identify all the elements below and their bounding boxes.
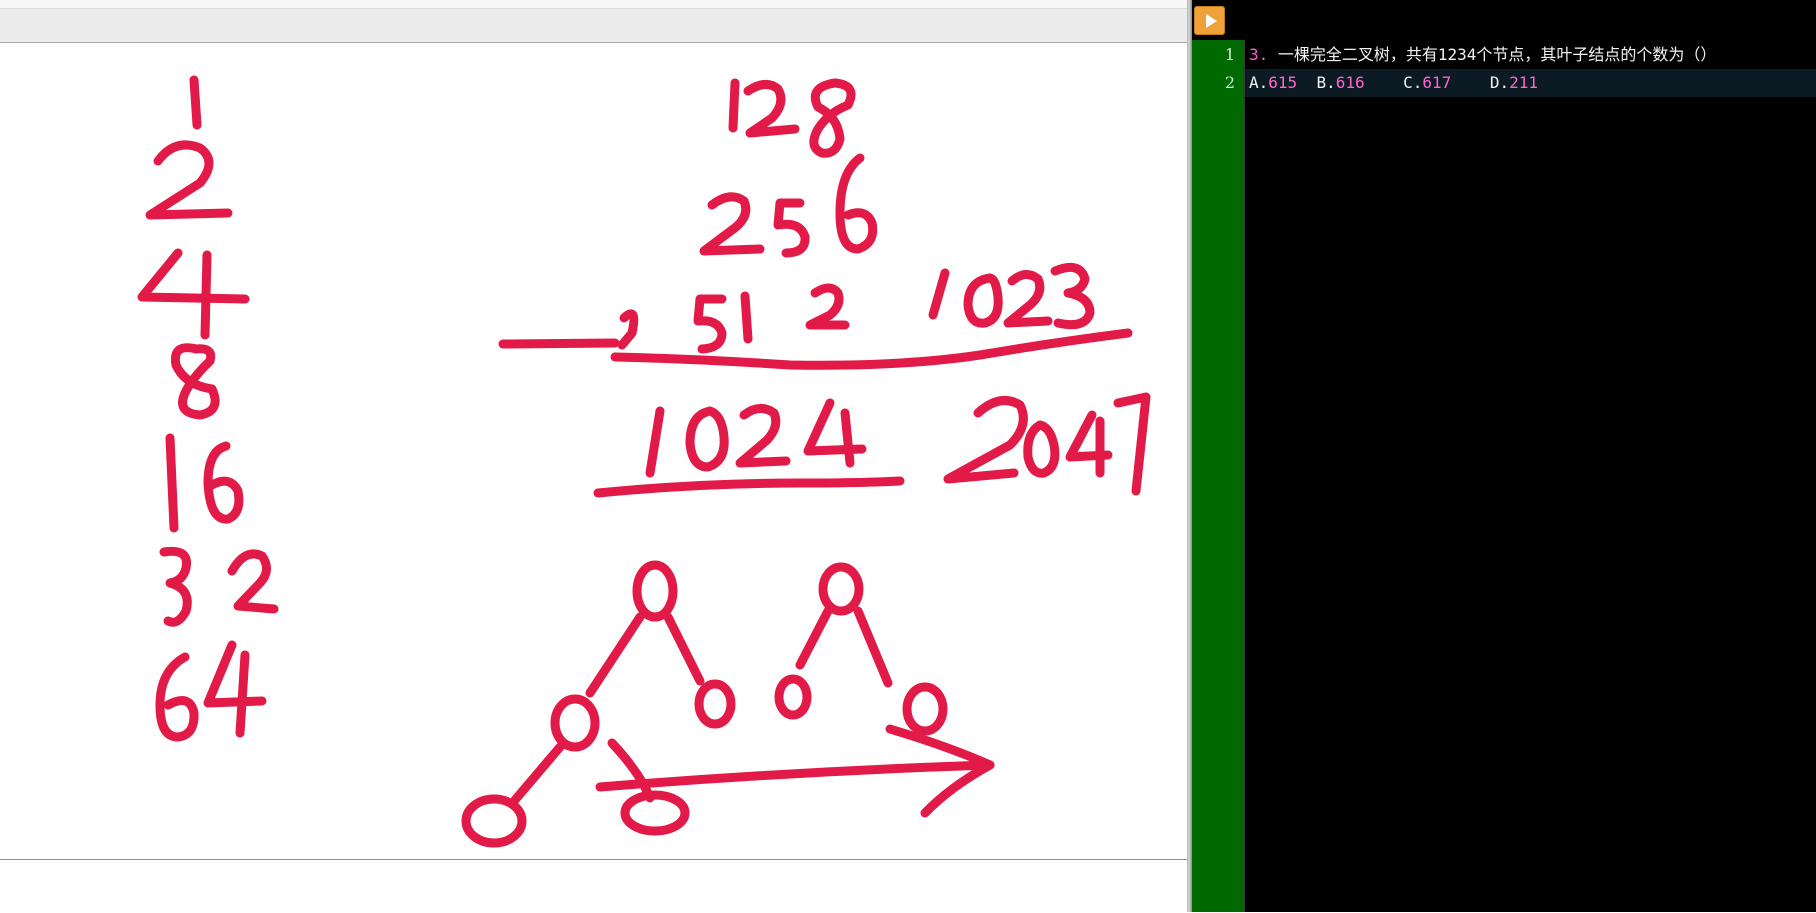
- run-button[interactable]: [1194, 6, 1225, 35]
- handwritten-2: [145, 140, 233, 220]
- code-line-1[interactable]: 3. 一棵完全二叉树，共有1234个节点，其叶子结点的个数为（）: [1245, 41, 1816, 69]
- question-number: 3.: [1249, 45, 1269, 64]
- handwritten-64: [155, 640, 267, 742]
- line-number-gutter: 1 2: [1192, 40, 1243, 912]
- option-b-label: B.: [1316, 73, 1336, 92]
- option-a-value: 615: [1268, 73, 1298, 92]
- whiteboard-pane: [0, 0, 1188, 913]
- handwritten-16: [165, 433, 244, 533]
- question-text: 一棵完全二叉树，共有1234个节点，其叶子结点的个数为（）: [1268, 45, 1717, 64]
- play-icon: [1205, 13, 1217, 28]
- handwritten-2047: [943, 392, 1151, 496]
- code-text-area[interactable]: 3. 一棵完全二叉树，共有1234个节点，其叶子结点的个数为（） A.615 B…: [1245, 40, 1816, 912]
- handwritten-1: [189, 75, 202, 130]
- drawing-canvas[interactable]: [0, 43, 1188, 859]
- editor-toolbar: [1192, 0, 1816, 40]
- handwritten-4: [137, 248, 250, 340]
- whiteboard-title-strip: [0, 0, 1188, 9]
- code-editor-pane: 1 2 3. 一棵完全二叉树，共有1234个节点，其叶子结点的个数为（） A.6…: [1192, 0, 1816, 912]
- option-c-label: C.: [1403, 73, 1423, 92]
- underline-1024: [593, 476, 905, 498]
- handwriting-layer: [137, 75, 1151, 848]
- tree-sketch-right: [774, 562, 948, 736]
- handwritten-1024: [645, 398, 867, 478]
- arrow-sketch: [595, 724, 995, 818]
- handwritten-32: [159, 546, 279, 627]
- option-d-label: D.: [1489, 73, 1510, 92]
- handwritten-128: [728, 78, 856, 158]
- option-c-value: 617: [1422, 73, 1452, 92]
- handwritten-512: [617, 283, 850, 354]
- option-a-label: A.: [1249, 73, 1269, 92]
- handwritten-1023: [928, 262, 1095, 330]
- whiteboard-toolbar: [0, 9, 1188, 43]
- handwritten-256: [699, 153, 878, 258]
- line-number-1: 1: [1224, 45, 1235, 64]
- option-d-value: 211: [1509, 73, 1539, 92]
- tree-sketch-left: [461, 560, 736, 848]
- underline-512: [498, 328, 1133, 370]
- whiteboard-status-bar: [0, 859, 1188, 913]
- option-b-value: 616: [1335, 73, 1365, 92]
- handwritten-8: [170, 343, 220, 420]
- line-number-2: 2: [1224, 73, 1235, 92]
- code-line-2[interactable]: A.615 B.616 C.617 D.211: [1245, 69, 1816, 97]
